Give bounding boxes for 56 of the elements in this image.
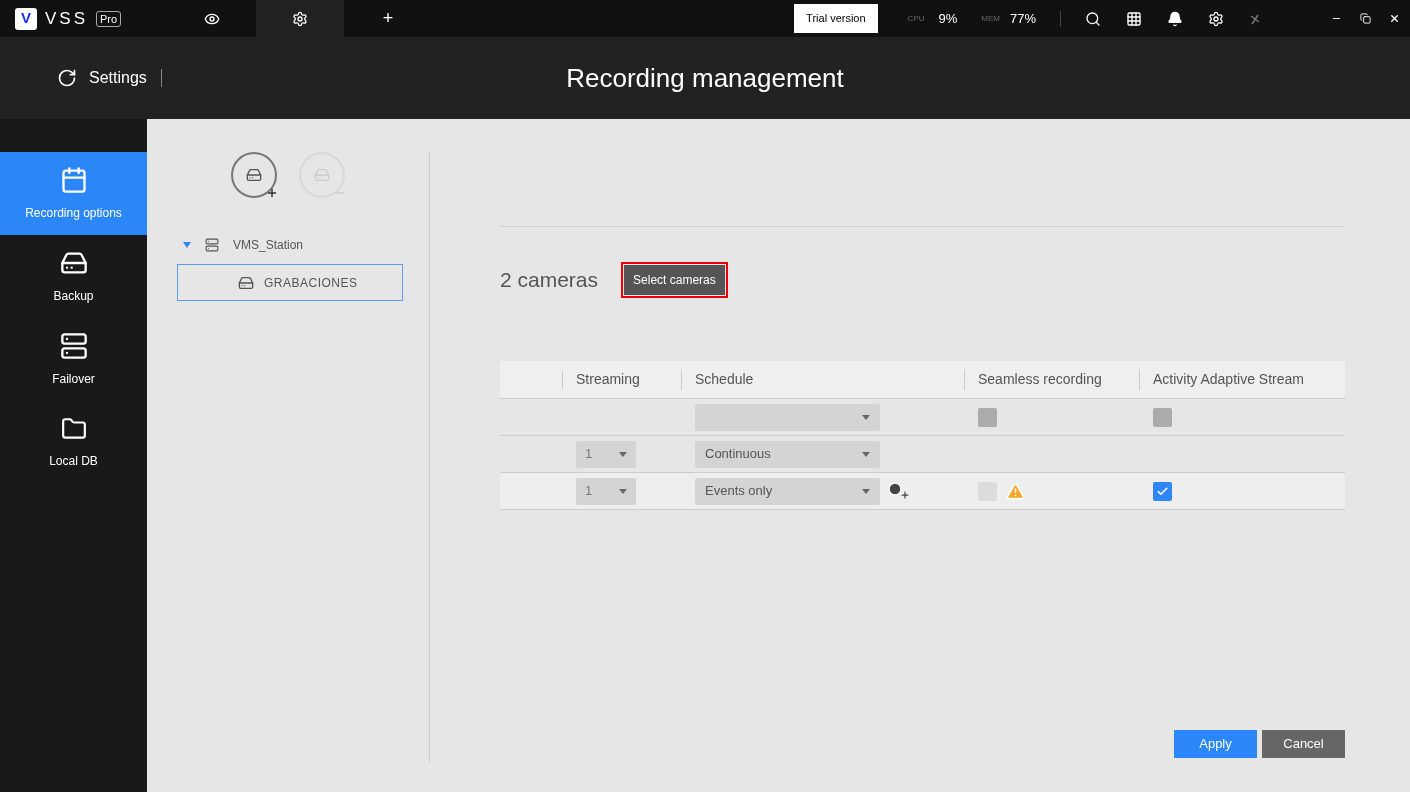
- folder-icon: [60, 415, 87, 442]
- server-icon: [59, 331, 88, 360]
- expand-arrow-icon[interactable]: [183, 242, 191, 248]
- caret-icon: [862, 414, 870, 420]
- add-schedule-icon[interactable]: [888, 482, 910, 500]
- caret-icon: [619, 488, 627, 494]
- camera-count: 2 cameras: [500, 267, 599, 294]
- top-tab[interactable]: +: [344, 0, 432, 37]
- mem-label: MEM: [981, 12, 1000, 25]
- schedule-dropdown[interactable]: Continuous: [695, 440, 880, 468]
- sidebar-item[interactable]: Failover: [0, 318, 147, 401]
- cpu-label: CPU: [907, 12, 925, 25]
- column-header: Activity Adaptive Stream: [1152, 370, 1305, 389]
- column-header: Schedule: [682, 369, 965, 390]
- grid-icon[interactable]: [1126, 10, 1142, 27]
- drive-icon: [238, 274, 254, 291]
- top-tab[interactable]: [256, 0, 344, 37]
- checkbox[interactable]: [1153, 481, 1172, 501]
- warning-icon: [1006, 481, 1025, 501]
- checkbox[interactable]: [1153, 407, 1172, 427]
- apply-button[interactable]: Apply: [1174, 730, 1257, 758]
- tree-item[interactable]: GRABACIONES: [177, 264, 403, 301]
- drive-icon: [246, 167, 262, 183]
- app-name: VSS: [45, 7, 89, 30]
- settings-icon: [292, 10, 308, 27]
- sidebar-item[interactable]: Local DB: [0, 401, 147, 484]
- section-label: Settings: [89, 68, 147, 88]
- calendar-icon: [59, 165, 88, 194]
- checkbox[interactable]: [978, 407, 997, 427]
- check-icon: [1156, 484, 1169, 498]
- sidebar-item[interactable]: Backup: [0, 235, 147, 318]
- plus-icon: [266, 187, 278, 199]
- column-header: Seamless recording: [965, 369, 1140, 390]
- sidebar-item[interactable]: Recording options: [0, 152, 147, 235]
- edition-badge: Pro: [96, 10, 122, 27]
- tree-item[interactable]: VMS_Station: [233, 236, 304, 254]
- page-title: Recording management: [566, 61, 844, 95]
- server-icon: [205, 238, 219, 252]
- drive-icon: [314, 167, 330, 183]
- cancel-button[interactable]: Cancel: [1262, 730, 1345, 758]
- cpu-value: 9%: [938, 9, 958, 28]
- select-cameras-button[interactable]: Select cameras: [623, 264, 726, 296]
- schedule-dropdown[interactable]: Events only: [695, 477, 880, 505]
- settings-icon[interactable]: [1208, 10, 1224, 27]
- bell-icon[interactable]: [1167, 10, 1183, 27]
- app-logo: V: [15, 7, 37, 30]
- restore-icon[interactable]: [1360, 13, 1371, 24]
- caret-icon: [862, 488, 870, 494]
- caret-icon: [619, 451, 627, 457]
- add-storage-button[interactable]: [231, 152, 277, 198]
- search-icon[interactable]: [1085, 10, 1101, 27]
- close-icon[interactable]: [1389, 13, 1400, 24]
- mem-value: 77%: [1009, 9, 1036, 28]
- trial-label: Trial version: [794, 4, 878, 33]
- column-header: Streaming: [563, 369, 682, 390]
- caret-icon: [862, 451, 870, 457]
